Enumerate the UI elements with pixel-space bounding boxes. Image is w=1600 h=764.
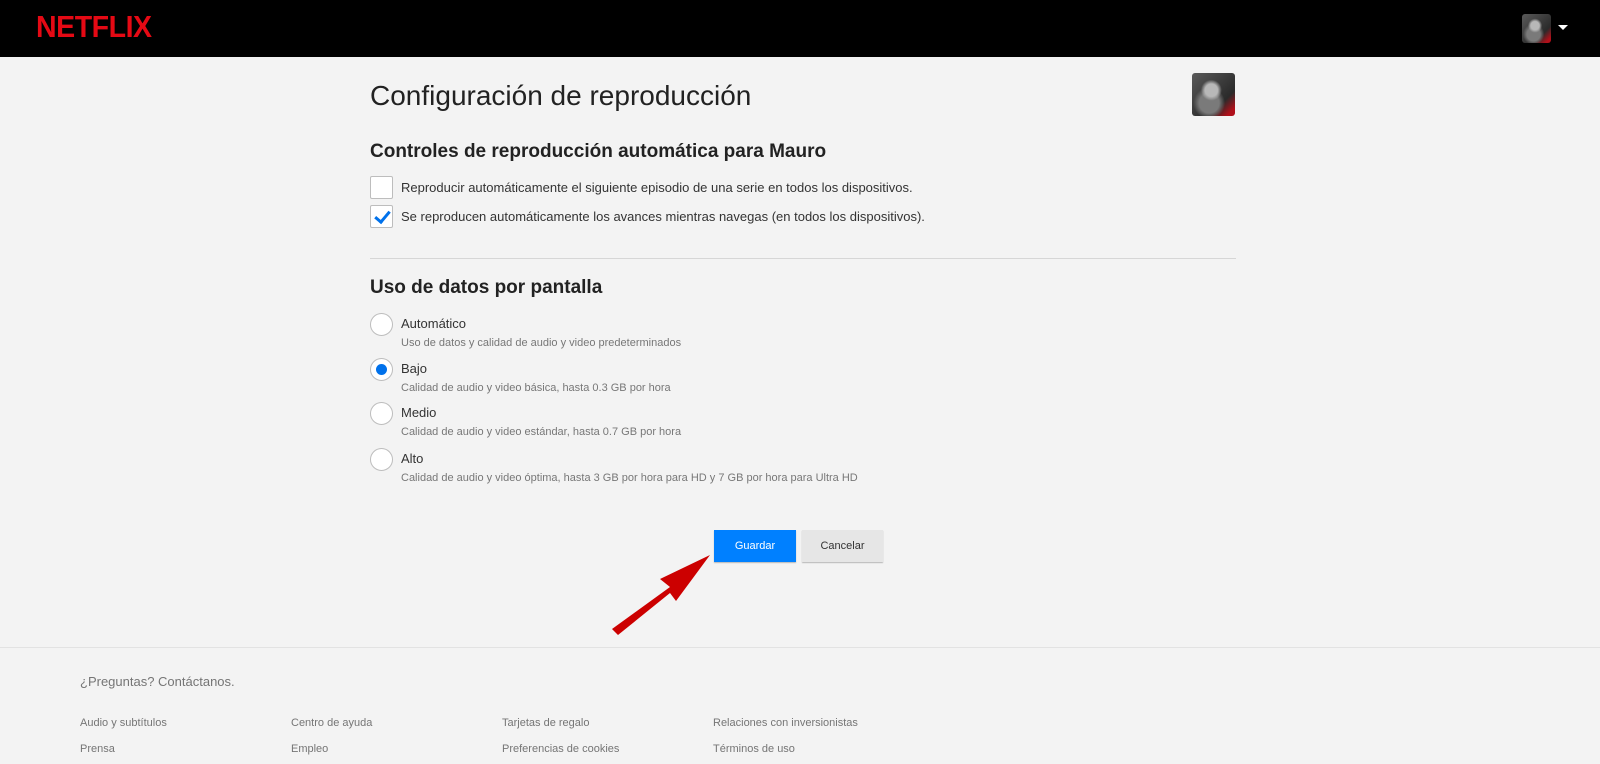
radio-label: Bajo <box>401 361 428 376</box>
radio-alto[interactable] <box>370 448 393 471</box>
avatar-image <box>1192 73 1235 116</box>
radio-bajo[interactable] <box>370 358 393 381</box>
autoplay-next-episode-label: Reproducir automáticamente el siguiente … <box>401 179 913 195</box>
radio-description: Uso de datos y calidad de audio y video … <box>401 337 682 349</box>
save-button[interactable]: Guardar <box>714 530 796 562</box>
autoplay-previews-checkbox-row[interactable]: Se reproducen automáticamente los avance… <box>370 204 925 228</box>
radio-description: Calidad de audio y video básica, hasta 0… <box>401 382 671 394</box>
footer-link-gift-cards[interactable]: Tarjetas de regalo <box>502 717 589 729</box>
section-divider <box>370 258 1236 259</box>
profile-avatar[interactable] <box>1522 14 1551 43</box>
top-nav-bar: NETFLIX <box>0 0 1600 57</box>
caret-down-icon[interactable] <box>1558 25 1568 30</box>
footer-link-press[interactable]: Prensa <box>80 743 115 755</box>
profile-avatar-large <box>1192 73 1235 116</box>
footer-link-audio-subtitles[interactable]: Audio y subtítulos <box>80 717 167 729</box>
footer-link-jobs[interactable]: Empleo <box>291 743 328 755</box>
radio-medio[interactable] <box>370 402 393 425</box>
netflix-logo[interactable]: NETFLIX <box>36 9 152 45</box>
autoplay-next-episode-checkbox-row[interactable]: Reproducir automáticamente el siguiente … <box>370 175 913 199</box>
radio-label: Alto <box>401 451 424 466</box>
autoplay-previews-checkbox[interactable] <box>370 204 393 228</box>
autoplay-section-title: Controles de reproducción automática par… <box>370 141 827 162</box>
page-title: Configuración de reproducción <box>370 80 752 111</box>
radio-label: Medio <box>401 405 437 420</box>
contact-link[interactable]: ¿Preguntas? Contáctanos. <box>80 674 235 689</box>
annotation-arrow-icon <box>612 555 710 635</box>
footer-link-terms[interactable]: Términos de uso <box>713 743 795 755</box>
radio-description: Calidad de audio y video óptima, hasta 3… <box>401 472 858 484</box>
data-usage-section-title: Uso de datos por pantalla <box>370 277 603 298</box>
autoplay-previews-label: Se reproducen automáticamente los avance… <box>401 208 925 224</box>
footer-link-cookie-preferences[interactable]: Preferencias de cookies <box>502 743 619 755</box>
avatar-image <box>1522 14 1551 43</box>
radio-label: Automático <box>401 316 467 331</box>
cancel-button[interactable]: Cancelar <box>802 530 883 562</box>
footer-link-help-center[interactable]: Centro de ayuda <box>291 717 372 729</box>
radio-automatico[interactable] <box>370 313 393 336</box>
autoplay-next-episode-checkbox[interactable] <box>370 175 393 199</box>
radio-description: Calidad de audio y video estándar, hasta… <box>401 426 682 438</box>
footer-divider <box>0 647 1600 648</box>
footer-link-investor-relations[interactable]: Relaciones con inversionistas <box>713 717 858 729</box>
